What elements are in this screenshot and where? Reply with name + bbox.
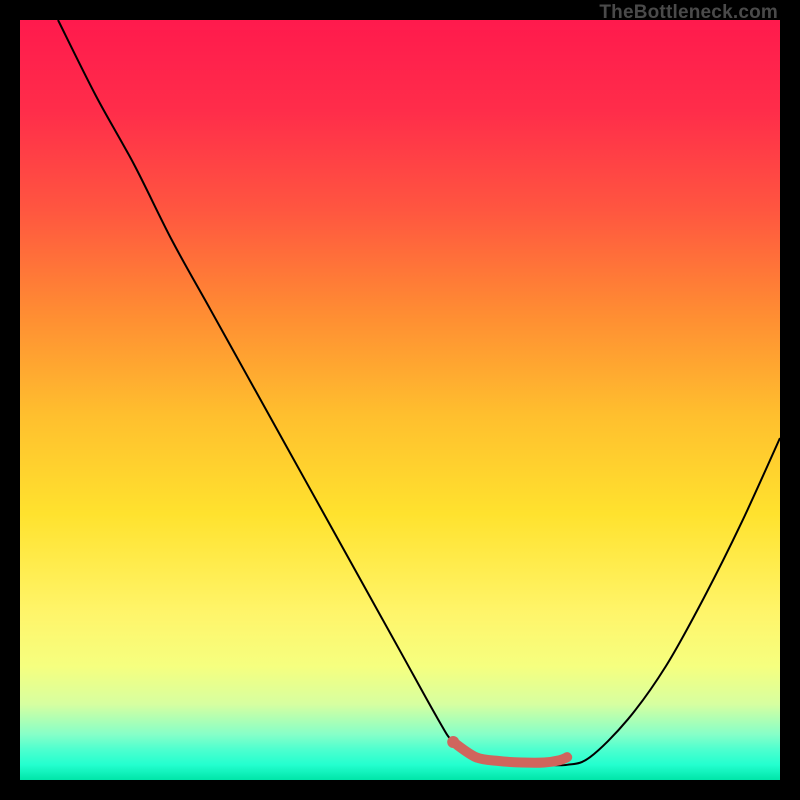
chart-svg <box>20 20 780 780</box>
bottleneck-curve <box>58 20 780 765</box>
highlight-start-dot <box>447 736 459 748</box>
chart-frame: TheBottleneck.com <box>0 0 800 800</box>
highlight-segment <box>453 742 567 763</box>
